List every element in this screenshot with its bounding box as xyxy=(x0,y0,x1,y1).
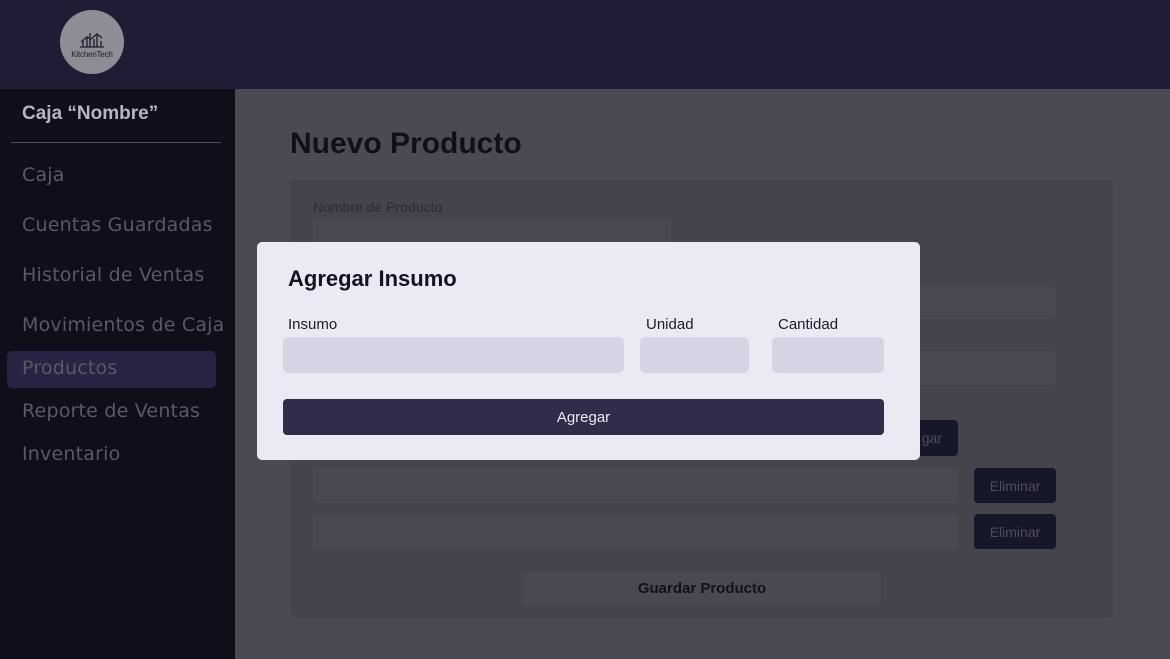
delete-button[interactable]: Eliminar xyxy=(974,514,1056,549)
sidebar-item-movimientos-caja[interactable]: Movimientos de Caja xyxy=(22,314,225,336)
unidad-input[interactable] xyxy=(640,337,749,373)
ingredient-row-input[interactable] xyxy=(313,514,958,549)
sidebar-item-productos[interactable]: Productos xyxy=(22,357,117,379)
agregar-button[interactable]: Agregar xyxy=(283,399,884,435)
chart-logo-icon xyxy=(80,33,104,48)
insumo-label: Insumo xyxy=(288,316,338,333)
add-ingredient-button-label: gar xyxy=(921,430,942,446)
insumo-input[interactable] xyxy=(283,337,624,373)
agregar-button-label: Agregar xyxy=(556,408,611,426)
delete-button-label: Eliminar xyxy=(989,477,1041,494)
save-product-button[interactable]: Guardar Producto xyxy=(523,572,881,605)
sidebar-divider xyxy=(11,142,221,143)
sidebar-title: Caja “Nombre” xyxy=(22,103,159,124)
sidebar-item-historial-ventas[interactable]: Historial de Ventas xyxy=(22,264,204,286)
add-ingredient-modal: Agregar Insumo Insumo Unidad Cantidad Ag… xyxy=(257,242,920,460)
sidebar: Caja “Nombre” Caja Cuentas Guardadas His… xyxy=(0,89,235,659)
unidad-label: Unidad xyxy=(646,316,694,333)
sidebar-item-inventario[interactable]: Inventario xyxy=(22,443,120,465)
save-product-button-label: Guardar Producto xyxy=(637,580,767,597)
page-title: Nuevo Producto xyxy=(290,127,522,160)
cantidad-label: Cantidad xyxy=(778,316,839,333)
cantidad-input[interactable] xyxy=(772,337,884,373)
ingredient-row-input[interactable] xyxy=(313,468,958,503)
delete-button[interactable]: Eliminar xyxy=(974,468,1056,503)
logo-text: KitchenTech xyxy=(71,50,113,59)
sidebar-item-caja[interactable]: Caja xyxy=(22,164,65,186)
sidebar-item-reporte-ventas[interactable]: Reporte de Ventas xyxy=(22,400,200,422)
product-name-label: Nombre de Producto xyxy=(313,199,443,215)
kitchentech-logo[interactable]: KitchenTech xyxy=(60,10,124,74)
modal-title: Agregar Insumo xyxy=(288,266,457,291)
top-bar: KitchenTech xyxy=(0,0,1170,89)
delete-button-label: Eliminar xyxy=(989,523,1041,540)
sidebar-item-cuentas-guardadas[interactable]: Cuentas Guardadas xyxy=(22,214,213,236)
